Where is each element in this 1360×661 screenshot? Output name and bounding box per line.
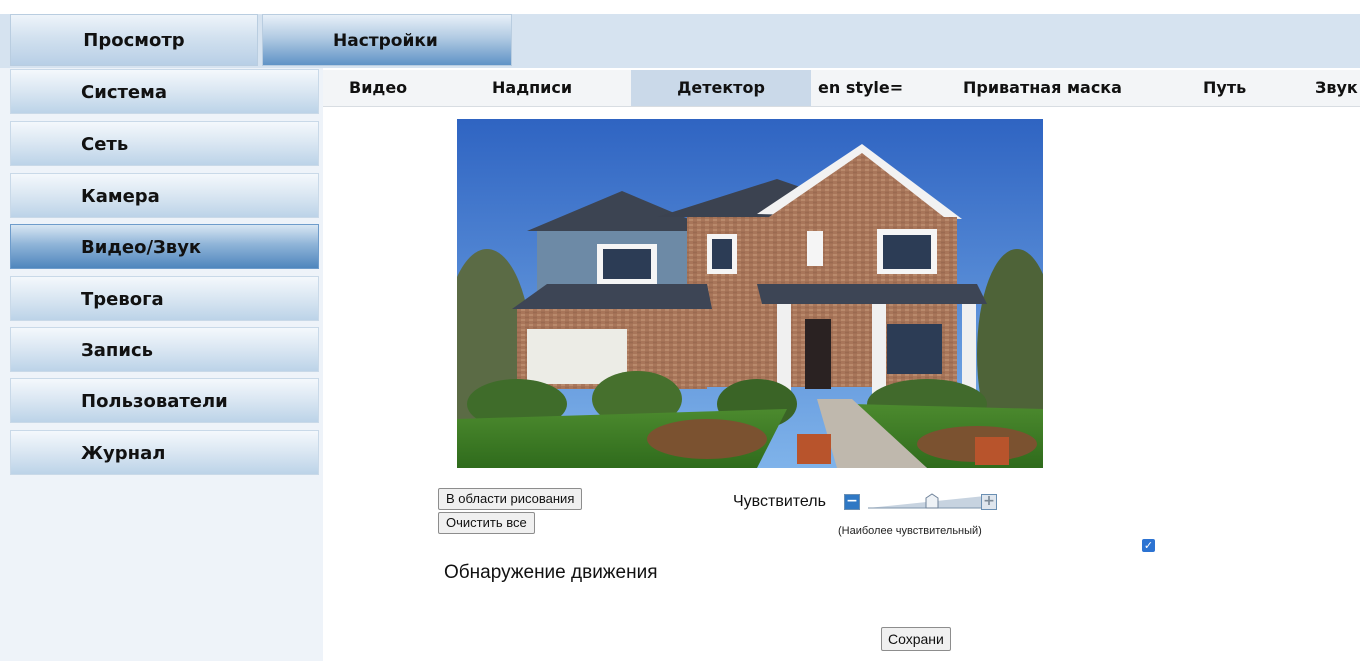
sidebar: Система Сеть Камера Видео/Звук Тревога З… [0, 68, 323, 661]
sidebar-item-record[interactable]: Запись [10, 327, 319, 372]
save-button[interactable]: Сохрани [881, 627, 951, 651]
sensitivity-minus-button[interactable]: − [844, 494, 860, 510]
draw-area-button[interactable]: В области рисования [438, 488, 583, 510]
sub-tab-bar: Видео Надписи Детектор en style= Приватн… [323, 70, 1360, 107]
tab-overlays[interactable]: Надписи [492, 70, 572, 106]
house-image [457, 119, 1043, 468]
detector-panel: В области рисования Очистить все Чувстви… [323, 107, 1360, 661]
tab-video[interactable]: Видео [349, 70, 407, 106]
video-preview[interactable] [457, 119, 1043, 468]
sidebar-item-camera[interactable]: Камера [10, 173, 319, 218]
sensitivity-hint: (Наиболее чувствительный) [838, 525, 982, 537]
motion-detection-checkbox[interactable]: ✓ [1142, 539, 1155, 552]
sidebar-item-video-audio[interactable]: Видео/Звук [10, 224, 319, 269]
sensitivity-slider-thumb[interactable] [925, 493, 939, 509]
sidebar-item-system[interactable]: Система [10, 69, 319, 114]
sidebar-item-alarm[interactable]: Тревога [10, 276, 319, 321]
top-tab-bar: Просмотр Настройки [0, 14, 1360, 68]
sidebar-item-users[interactable]: Пользователи [10, 378, 319, 423]
tab-path[interactable]: Путь [1203, 70, 1246, 106]
sidebar-item-network[interactable]: Сеть [10, 121, 319, 166]
sidebar-item-log[interactable]: Журнал [10, 430, 319, 475]
sensitivity-plus-button[interactable]: + [981, 494, 997, 510]
tab-detector[interactable]: Детектор [631, 70, 811, 106]
sensitivity-label: Чувствитель [733, 493, 826, 510]
tab-en-style[interactable]: en style= [818, 70, 903, 106]
tab-view[interactable]: Просмотр [10, 14, 258, 66]
clear-all-button[interactable]: Очистить все [438, 512, 535, 534]
tab-audio[interactable]: Звук [1315, 70, 1358, 106]
motion-detection-label: Обнаружение движения [444, 562, 658, 583]
tab-settings[interactable]: Настройки [262, 14, 512, 66]
tab-privacy-mask[interactable]: Приватная маска [963, 70, 1122, 106]
